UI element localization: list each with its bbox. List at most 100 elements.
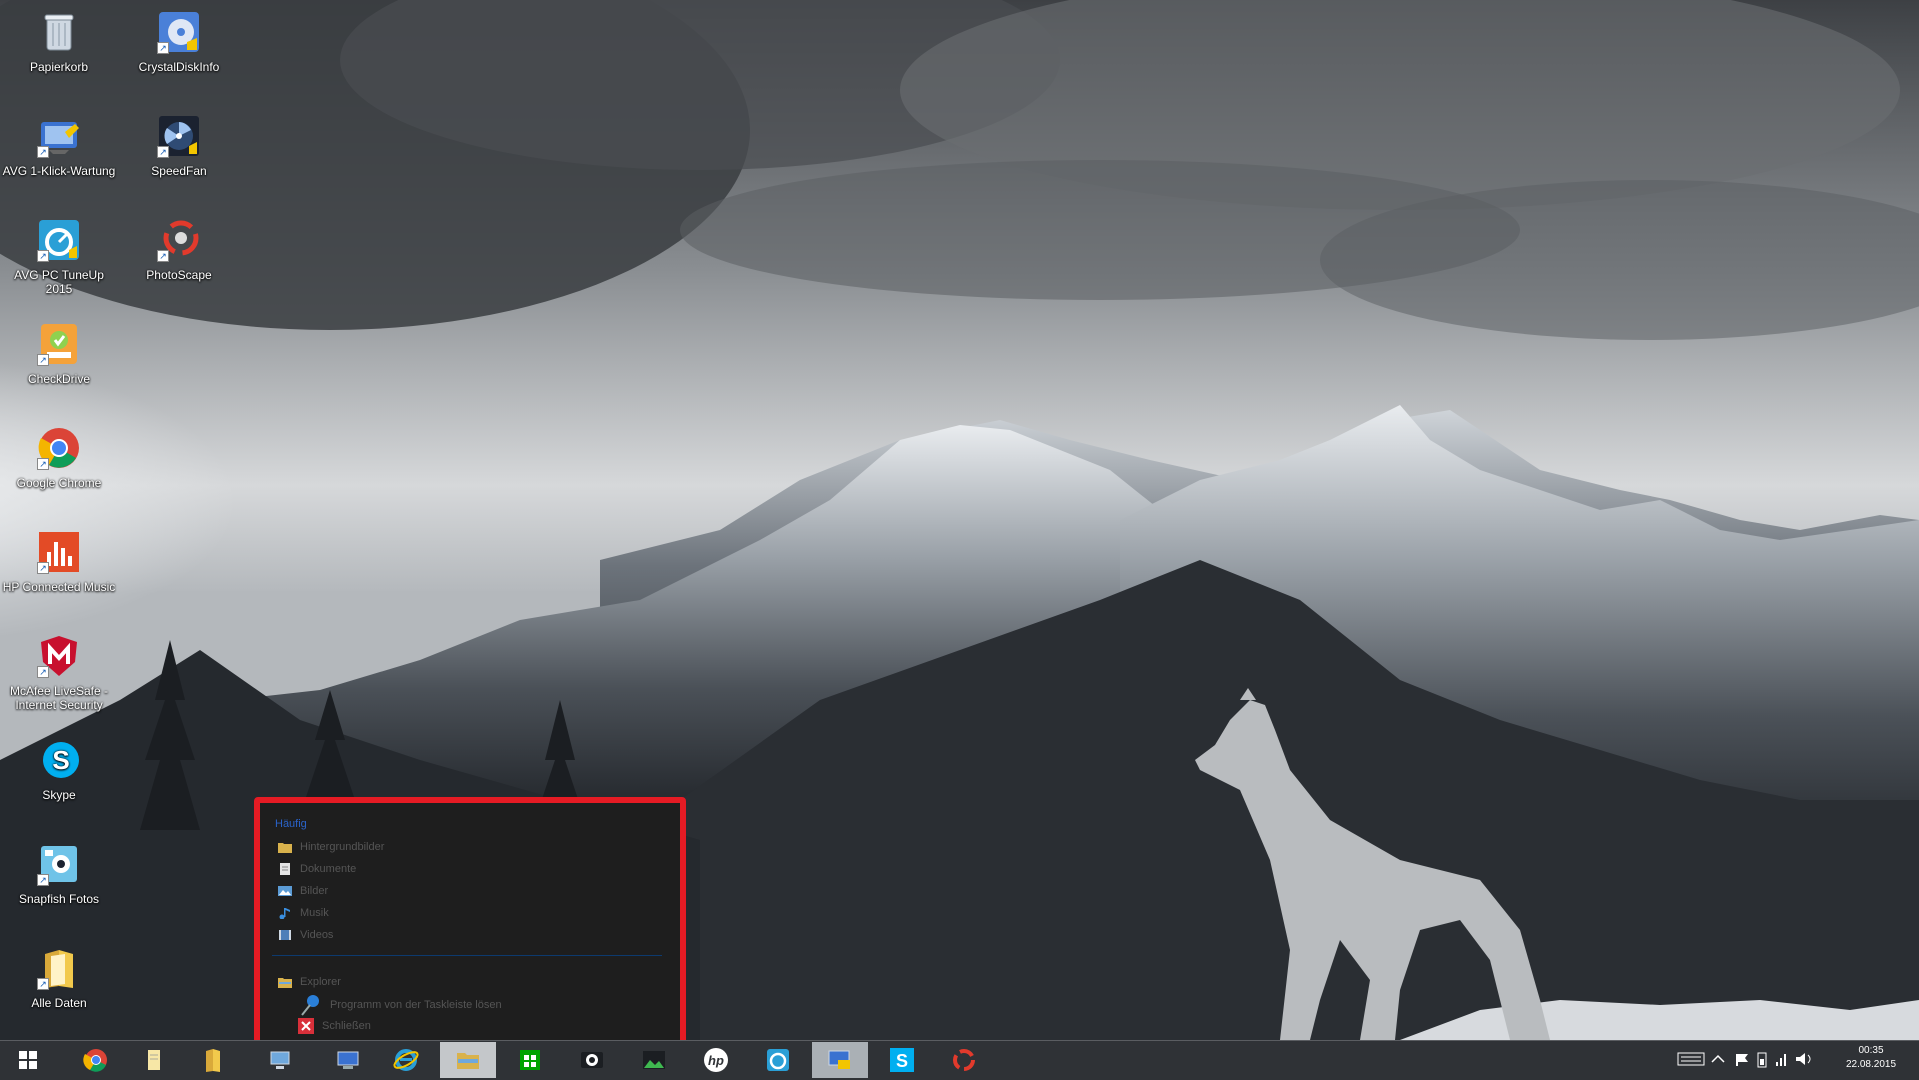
desktop-icon-google-chrome[interactable]: ↗ Google Chrome [0, 424, 118, 490]
jumplist-item-videos[interactable]: Videos [278, 926, 658, 944]
desktop-icon-label: HP Connected Music [2, 580, 116, 594]
taskbar-store[interactable] [502, 1042, 558, 1078]
hp-icon: hp [704, 1048, 728, 1072]
shortcut-arrow-icon: ↗ [37, 146, 49, 158]
desktop-icon-mcafee[interactable]: ↗ McAfee LiveSafe - Internet Security [0, 632, 118, 712]
taskbar-network[interactable] [252, 1042, 308, 1078]
taskbar-pc[interactable] [320, 1042, 376, 1078]
shortcut-arrow-icon: ↗ [157, 42, 169, 54]
svg-text:hp: hp [708, 1053, 724, 1068]
music-icon [279, 908, 290, 920]
taskbar-notepad[interactable] [126, 1042, 182, 1078]
shortcut-arrow-icon: ↗ [37, 250, 49, 262]
avg-tuneup-icon: ↗ [35, 216, 83, 264]
shortcut-arrow-icon: ↗ [37, 666, 49, 678]
folder-icon [206, 1049, 220, 1072]
skype-icon: S [35, 736, 83, 784]
taskbar-skype[interactable]: S [874, 1042, 930, 1078]
mcafee-icon: ↗ [35, 632, 83, 680]
chrome-icon [83, 1049, 107, 1072]
desktop-icon-avg-1-klick[interactable]: ↗ AVG 1-Klick-Wartung [0, 112, 118, 178]
taskbar-avg[interactable] [750, 1042, 806, 1078]
unpin-icon [301, 995, 319, 1016]
taskbar-ie[interactable] [378, 1042, 434, 1078]
taskbar-hp[interactable]: hp [688, 1042, 744, 1078]
network-signal-icon[interactable] [1776, 1054, 1786, 1066]
shortcut-arrow-icon: ↗ [157, 146, 169, 158]
desktop-icon-label: McAfee LiveSafe - Internet Security [9, 684, 109, 712]
speedfan-icon: ↗ [155, 112, 203, 160]
taskbar-remote[interactable] [812, 1042, 868, 1078]
touch-keyboard-icon[interactable] [1677, 1052, 1705, 1066]
jumplist-task-explorer[interactable]: Explorer [278, 972, 341, 992]
photos-icon [643, 1051, 665, 1069]
ie-icon [393, 1049, 419, 1071]
taskbar-folder[interactable] [184, 1042, 240, 1078]
hp-music-icon: ↗ [35, 528, 83, 576]
jumplist-task-label: Programm von der Taskleiste lösen [330, 998, 502, 1011]
pc-icon [337, 1051, 359, 1069]
desktop-icon-label: CheckDrive [27, 372, 90, 386]
start-icon [19, 1051, 37, 1069]
system-tray [1650, 1044, 1830, 1074]
jumplist-item-dokumente[interactable]: Dokumente [278, 860, 658, 878]
chrome-icon: ↗ [35, 424, 83, 472]
shortcut-arrow-icon: ↗ [37, 562, 49, 574]
desktop-icon-label: CrystalDiskInfo [138, 60, 220, 74]
chevron-up-icon[interactable] [1711, 1054, 1725, 1063]
desktop-icon-label: SpeedFan [151, 164, 207, 178]
flag-icon[interactable] [1736, 1054, 1748, 1066]
folder-icon [278, 843, 292, 854]
desktop-icon-papierkorb[interactable]: Papierkorb [0, 8, 118, 74]
desktop-icon-label: PhotoScape [146, 268, 212, 282]
desktop-icon-crystaldiskinfo[interactable]: ↗ CrystalDiskInfo [120, 8, 238, 74]
desktop-icon-label: Papierkorb [29, 60, 89, 74]
explorer-icon [457, 1053, 479, 1069]
taskbar-clock[interactable]: 00:35 22.08.2015 [1836, 1044, 1906, 1072]
shortcut-arrow-icon: ↗ [37, 458, 49, 470]
jumplist-item-hintergrundbilder[interactable]: Hintergrundbilder [278, 838, 658, 856]
desktop-icon-speedfan[interactable]: ↗ SpeedFan [120, 112, 238, 178]
jumplist-item-musik[interactable]: Musik [278, 904, 658, 922]
taskbar-photos[interactable] [626, 1042, 682, 1078]
taskbar-camera[interactable] [564, 1042, 620, 1078]
app-icon [953, 1049, 975, 1071]
desktop-icon-photoscape[interactable]: ↗ PhotoScape [120, 216, 238, 282]
battery-icon[interactable] [1757, 1052, 1767, 1068]
snapfish-icon: ↗ [35, 840, 83, 888]
folder-icon: ↗ [35, 944, 83, 992]
photoscape-icon: ↗ [155, 216, 203, 264]
desktop-icon-avg-tuneup[interactable]: ↗ AVG PC TuneUp 2015 [0, 216, 118, 296]
taskbar-chrome[interactable] [68, 1042, 124, 1078]
documents-icon [280, 863, 290, 876]
jumplist-item-label: Musik [300, 907, 329, 919]
desktop-icon-hp-connected-music[interactable]: ↗ HP Connected Music [0, 528, 118, 594]
desktop-icon-label: Snapfish Fotos [18, 892, 100, 906]
clock-time: 00:35 [1858, 1045, 1884, 1056]
store-icon [520, 1050, 540, 1070]
desktop-icon-label: Alle Daten [31, 996, 87, 1010]
skype-icon: S [890, 1048, 914, 1072]
desktop-icon-snapfish[interactable]: ↗ Snapfish Fotos [0, 840, 118, 906]
jumplist-header-frequent: Häufig [275, 818, 307, 830]
taskbar-explorer[interactable] [440, 1042, 496, 1078]
network-icon [270, 1051, 290, 1069]
desktop-icon-alle-daten[interactable]: ↗ Alle Daten [0, 944, 118, 1010]
recycle-bin-icon [35, 8, 83, 56]
desktop-icon-checkdrive[interactable]: ↗ CheckDrive [0, 320, 118, 386]
jumplist-task-unpin[interactable]: Programm von der Taskleiste lösen [298, 993, 502, 1016]
explorer-icon [278, 978, 292, 989]
remote-icon [828, 1050, 850, 1069]
shortcut-arrow-icon: ↗ [37, 874, 49, 886]
jumplist-task-label: Explorer [300, 976, 341, 988]
taskbar-app[interactable] [936, 1042, 992, 1078]
desktop-icon-skype[interactable]: S Skype [0, 736, 118, 802]
start-button[interactable] [0, 1042, 56, 1078]
jumplist-item-label: Bilder [300, 885, 329, 897]
jumplist-task-close[interactable]: Schließen [298, 1016, 371, 1036]
jumplist-item-bilder[interactable]: Bilder [278, 882, 658, 900]
shortcut-arrow-icon: ↗ [37, 978, 49, 990]
speaker-icon[interactable] [1796, 1053, 1811, 1065]
shortcut-arrow-icon: ↗ [37, 354, 49, 366]
desktop-icon-label: Google Chrome [16, 476, 102, 490]
